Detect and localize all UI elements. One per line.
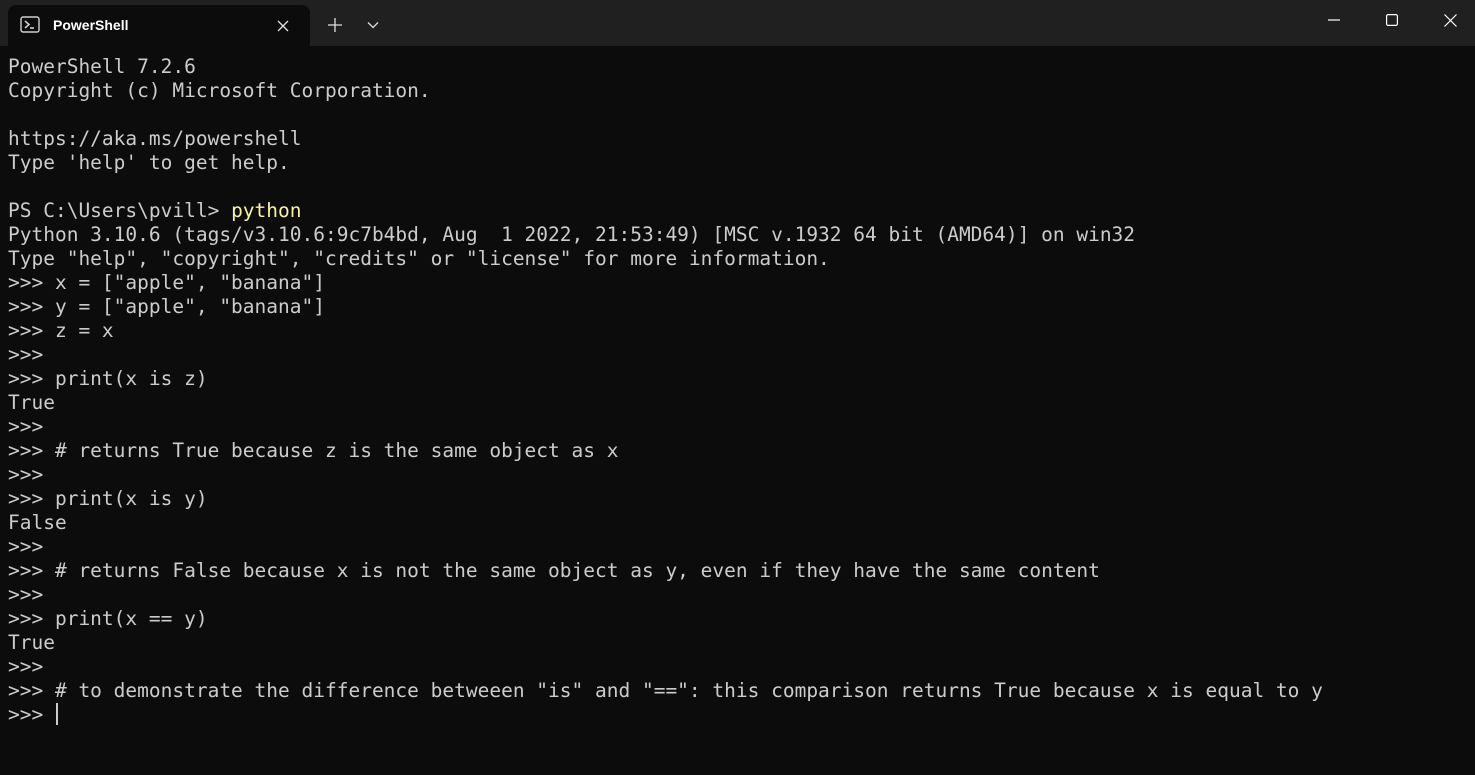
output-text: PowerShell 7.2.6 xyxy=(8,55,196,78)
close-icon xyxy=(1443,13,1457,27)
maximize-icon xyxy=(1386,14,1398,26)
terminal-line: PS C:\Users\pvill> python xyxy=(8,199,1468,223)
output-text: >>> xyxy=(8,415,44,438)
output-text: >>> xyxy=(8,655,44,678)
tab-title: PowerShell xyxy=(53,17,129,33)
terminal-line: PowerShell 7.2.6 xyxy=(8,55,1468,79)
terminal-line: >>> xyxy=(8,415,1468,439)
output-text: True xyxy=(8,391,55,414)
output-text: True xyxy=(8,631,55,654)
window-close-button[interactable] xyxy=(1421,0,1475,40)
terminal-output[interactable]: PowerShell 7.2.6 Copyright (c) Microsoft … xyxy=(8,55,1468,770)
terminal-line: >>> print(x is z) xyxy=(8,367,1468,391)
tab-powershell[interactable]: PowerShell xyxy=(8,5,310,46)
output-text: >>> xyxy=(8,583,44,606)
terminal-line: Copyright (c) Microsoft Corporation. xyxy=(8,79,1468,103)
output-text: https://aka.ms/powershell xyxy=(8,127,302,150)
terminal-line: True xyxy=(8,391,1468,415)
terminal-line: >>> xyxy=(8,535,1468,559)
output-text: Type "help", "copyright", "credits" or "… xyxy=(8,247,830,270)
output-text: False xyxy=(8,511,67,534)
terminal-line: >>> # returns False because x is not the… xyxy=(8,559,1468,583)
terminal-line: False xyxy=(8,511,1468,535)
output-text: >>> # to demonstrate the difference betw… xyxy=(8,679,1323,702)
terminal-line: >>> print(x == y) xyxy=(8,607,1468,631)
maximize-button[interactable] xyxy=(1363,0,1421,40)
terminal-line: Type "help", "copyright", "credits" or "… xyxy=(8,247,1468,271)
output-text: >>> print(x is z) xyxy=(8,367,208,390)
terminal-line: >>> xyxy=(8,583,1468,607)
output-text: >>> xyxy=(8,343,44,366)
terminal-line: >>> # to demonstrate the difference betw… xyxy=(8,679,1468,703)
terminal-line: Python 3.10.6 (tags/v3.10.6:9c7b4bd, Aug… xyxy=(8,223,1468,247)
shell-prompt: PS C:\Users\pvill> xyxy=(8,199,232,222)
output-text: >>> # returns True because z is the same… xyxy=(8,439,619,462)
terminal-line: >>> x = ["apple", "banana"] xyxy=(8,271,1468,295)
output-text: Type 'help' to get help. xyxy=(8,151,290,174)
chevron-down-icon xyxy=(367,22,379,29)
terminal-line: >>> print(x is y) xyxy=(8,487,1468,511)
close-icon xyxy=(277,20,289,32)
new-tab-button[interactable] xyxy=(322,12,348,38)
output-text: >>> xyxy=(8,463,44,486)
output-text: Copyright (c) Microsoft Corporation. xyxy=(8,79,431,102)
tab-dropdown-button[interactable] xyxy=(360,12,386,38)
output-text: >>> x = ["apple", "banana"] xyxy=(8,271,325,294)
terminal-line: >>> xyxy=(8,655,1468,679)
output-text: >>> # returns False because x is not the… xyxy=(8,559,1100,582)
output-text: Python 3.10.6 (tags/v3.10.6:9c7b4bd, Aug… xyxy=(8,223,1136,246)
terminal-line: Type 'help' to get help. xyxy=(8,151,1468,175)
plus-icon xyxy=(328,18,342,32)
terminal-line: https://aka.ms/powershell xyxy=(8,127,1468,151)
title-bar: PowerShell xyxy=(0,0,1475,46)
minimize-icon xyxy=(1328,19,1340,21)
tab-close-button[interactable] xyxy=(272,15,294,37)
minimize-button[interactable] xyxy=(1305,0,1363,40)
terminal-line: >>> # returns True because z is the same… xyxy=(8,439,1468,463)
text-cursor xyxy=(55,703,58,725)
terminal-line: True xyxy=(8,631,1468,655)
shell-command: python xyxy=(231,199,302,222)
terminal-line: >>> y = ["apple", "banana"] xyxy=(8,295,1468,319)
terminal-line: >>> z = x xyxy=(8,319,1468,343)
terminal-window: PowerShell PowerShell 7.2.6 Copyright (c… xyxy=(0,0,1475,775)
input-line[interactable]: >>> xyxy=(8,703,1468,727)
powershell-icon xyxy=(20,16,40,34)
terminal-line: >>> xyxy=(8,343,1468,367)
output-text: >>> print(x == y) xyxy=(8,607,208,630)
python-prompt: >>> xyxy=(8,703,55,726)
output-text: >>> z = x xyxy=(8,319,114,342)
output-text: >>> print(x is y) xyxy=(8,487,208,510)
output-text: >>> xyxy=(8,535,44,558)
output-text: >>> y = ["apple", "banana"] xyxy=(8,295,325,318)
terminal-line: >>> xyxy=(8,463,1468,487)
